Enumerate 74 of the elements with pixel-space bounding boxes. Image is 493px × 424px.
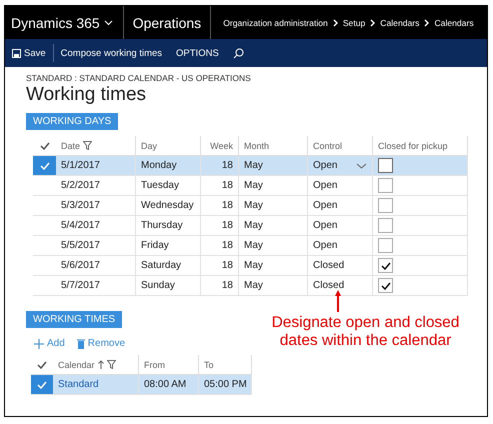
table-cell: May — [239, 176, 308, 196]
page-subtitle: STANDARD : STANDARD CALENDAR - US OPERATIONS — [26, 73, 252, 83]
chevron-right-icon — [370, 18, 376, 26]
table-cell: 5/2/2017 — [56, 176, 136, 196]
page-title: Working times — [26, 84, 148, 106]
filter-icon — [106, 360, 116, 369]
control-field[interactable]: Closed — [308, 276, 373, 296]
search-icon — [232, 48, 244, 58]
table-cell: 08:00 AM — [139, 375, 199, 395]
table-cell: 5/3/2017 — [56, 196, 136, 216]
breadcrumb-link[interactable]: Setup — [342, 18, 366, 28]
table-cell: Friday — [136, 236, 201, 256]
breadcrumb-link[interactable]: Organization administration — [223, 18, 328, 28]
table-cell: May — [239, 216, 308, 236]
control-field[interactable]: Open — [308, 196, 373, 216]
calendar-link[interactable]: Standard — [53, 375, 139, 395]
select-all-icon — [40, 142, 50, 150]
select-all-icon — [37, 360, 47, 368]
breadcrumb-link[interactable]: Calendars — [434, 18, 474, 28]
check-icon — [380, 282, 390, 290]
toolbar-button[interactable]: OPTIONS — [169, 39, 226, 67]
checkbox[interactable] — [378, 218, 393, 233]
table-cell: Sunday — [136, 276, 201, 296]
table-cell: May — [239, 256, 308, 276]
control-field[interactable]: Open — [308, 236, 373, 256]
table-cell: 18 — [201, 236, 239, 256]
table-cell: 18 — [201, 276, 239, 296]
check-icon — [40, 162, 50, 170]
table-cell: May — [239, 196, 308, 216]
table-cell: May — [239, 236, 308, 256]
checkbox[interactable] — [378, 238, 393, 253]
table-cell: 5/6/2017 — [56, 256, 136, 276]
control-field[interactable]: Closed — [308, 256, 373, 276]
table-cell: May — [239, 276, 308, 296]
table-cell: 5/4/2017 — [56, 216, 136, 236]
table-cell: 5/5/2017 — [56, 236, 136, 256]
checkbox[interactable] — [378, 158, 393, 173]
plus-icon — [34, 338, 44, 348]
table-cell: 05:00 PM — [199, 375, 252, 395]
table-cell: 18 — [201, 156, 239, 176]
filter-icon — [83, 141, 92, 150]
arrow-icon — [335, 290, 341, 312]
table-cell: Wednesday — [136, 196, 201, 216]
sort-up-icon — [98, 360, 104, 369]
checkbox[interactable] — [378, 178, 393, 193]
annotation-text: Designate open and closed dates within the calendar — [270, 314, 460, 350]
control-field[interactable]: Open — [308, 176, 373, 196]
check-icon — [380, 262, 390, 270]
table-cell: Thursday — [136, 216, 201, 236]
chevron-down-icon — [356, 162, 367, 168]
check-icon — [37, 380, 47, 388]
control-field[interactable]: Open — [308, 216, 373, 236]
table-cell: Tuesday — [136, 176, 201, 196]
table-cell: Monday — [136, 156, 201, 176]
trash-icon — [76, 338, 85, 348]
table-cell: 18 — [201, 216, 239, 236]
chevron-right-icon — [424, 18, 430, 26]
save-icon — [12, 48, 21, 58]
save-button[interactable]: Save — [5, 39, 53, 67]
toolbar-button[interactable]: Compose working times — [54, 39, 170, 67]
table-cell: Saturday — [136, 256, 201, 276]
table-cell: 18 — [201, 196, 239, 216]
checkbox[interactable] — [378, 278, 393, 293]
table-cell: 18 — [201, 176, 239, 196]
breadcrumb-link[interactable]: Calendars — [380, 18, 420, 28]
chevron-right-icon — [332, 18, 338, 26]
table-cell: May — [239, 156, 308, 176]
table-cell: 18 — [201, 256, 239, 276]
chevron-down-icon — [104, 20, 113, 26]
control-field[interactable]: Open — [308, 156, 373, 176]
table-cell: 5/1/2017 — [56, 156, 136, 176]
checkbox[interactable] — [378, 198, 393, 213]
table-cell: 5/7/2017 — [56, 276, 136, 296]
checkbox[interactable] — [378, 258, 393, 273]
